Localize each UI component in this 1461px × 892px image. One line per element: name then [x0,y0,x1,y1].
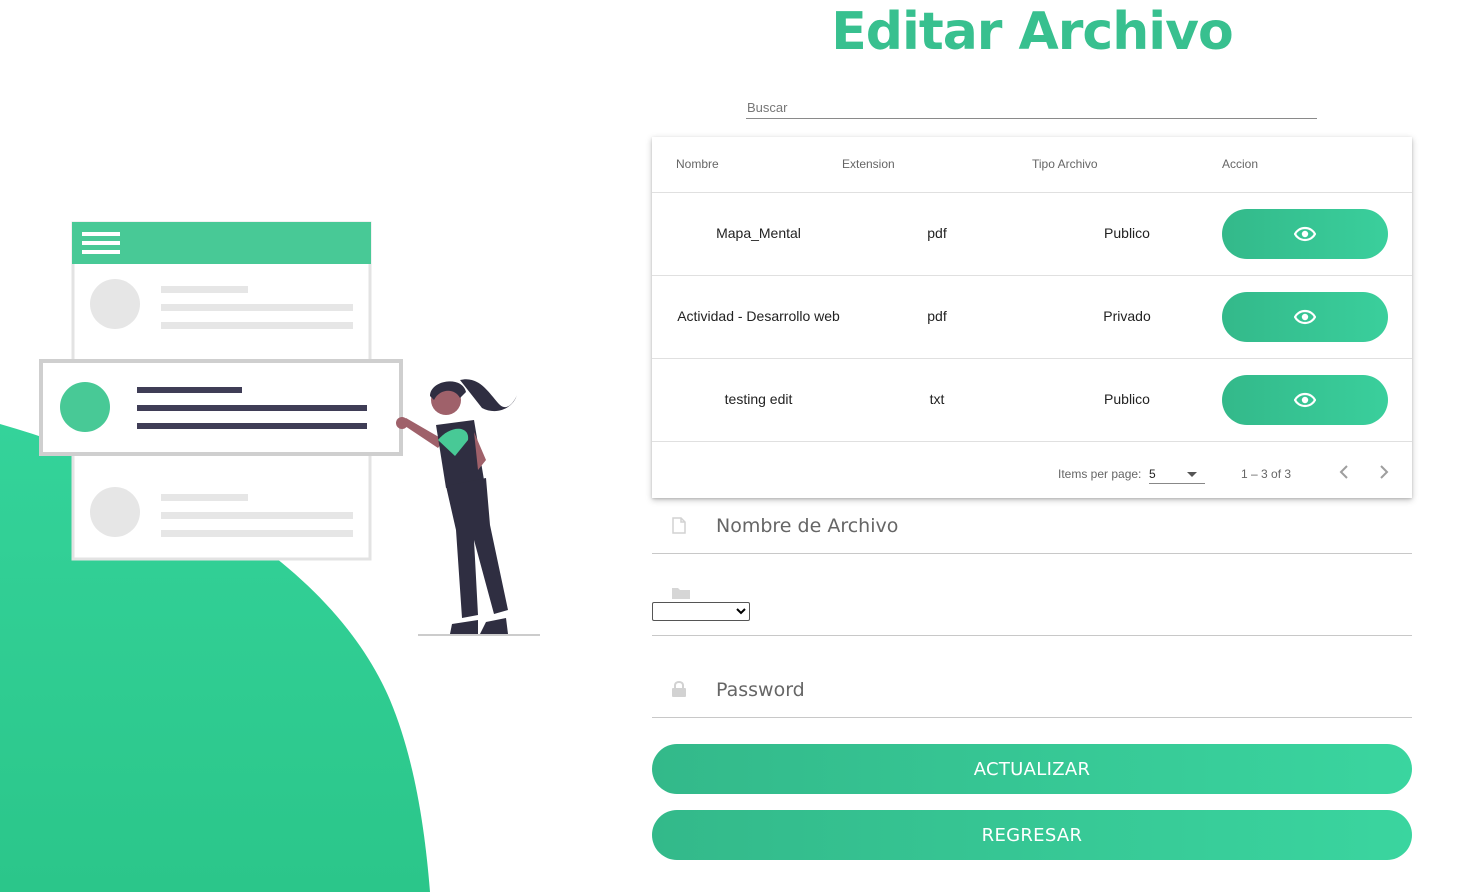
folder-field [652,554,1412,636]
items-per-page-value: 5 [1149,467,1156,481]
items-per-page-label: Items per page: [1058,467,1142,481]
column-header-extension[interactable]: Extension [842,157,895,171]
search-input[interactable] [746,96,1317,118]
lock-icon [672,681,686,697]
column-header-tipo[interactable]: Tipo Archivo [1032,157,1098,171]
range-label: 1 – 3 of 3 [1241,467,1292,481]
eye-icon [1294,226,1316,242]
files-table: Nombre Extension Tipo Archivo Accion Map… [652,137,1412,498]
items-per-page-select[interactable]: 5 [1149,464,1205,484]
table-header: Nombre Extension Tipo Archivo Accion [652,137,1412,193]
password-input[interactable] [716,676,1376,704]
view-button[interactable] [1222,375,1388,425]
cell-tipo: Publico [1104,225,1150,241]
folder-select[interactable] [652,602,750,621]
table-row: Actividad - Desarrollo web pdf Privado [652,276,1412,359]
table-row: testing edit txt Publico [652,359,1412,442]
cell-extension: pdf [927,225,947,241]
file-icon [672,517,686,534]
table-row: Mapa_Mental pdf Publico [652,193,1412,276]
cell-tipo: Publico [1104,391,1150,407]
column-header-nombre[interactable]: Nombre [676,157,719,171]
eye-icon [1294,309,1316,325]
illustration [0,221,540,892]
search-field [746,96,1317,119]
cell-nombre: testing edit [724,391,793,407]
nombre-input[interactable] [716,512,1376,540]
caret-down-icon [1187,472,1197,477]
cell-extension: txt [929,391,945,407]
password-field [652,636,1412,718]
previous-page-button[interactable] [1332,460,1356,484]
cell-nombre: Mapa_Mental [716,225,801,241]
woman-figure [396,379,540,636]
view-button[interactable] [1222,209,1388,259]
chevron-right-icon [1380,465,1389,479]
view-button[interactable] [1222,292,1388,342]
cell-nombre: Actividad - Desarrollo web [677,308,840,324]
page-title: Editar Archivo [831,2,1233,62]
menu-icon [82,232,120,254]
nombre-field [652,498,1412,554]
chevron-left-icon [1339,465,1348,479]
next-page-button[interactable] [1372,460,1396,484]
eye-icon [1294,392,1316,408]
paginator: Items per page: 5 1 – 3 of 3 [652,442,1412,498]
regresar-button[interactable]: REGRESAR [652,810,1412,860]
cell-extension: pdf [927,308,947,324]
actualizar-button[interactable]: ACTUALIZAR [652,744,1412,794]
column-header-accion: Accion [1222,157,1259,171]
folder-icon [672,588,690,599]
cell-tipo: Privado [1103,308,1151,324]
